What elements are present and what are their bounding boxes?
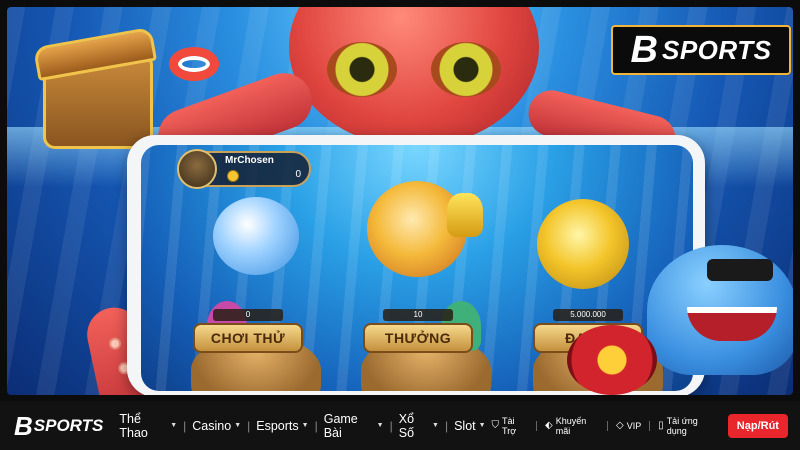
- nav-item-label: Slot: [454, 418, 476, 433]
- link-label: VIP: [626, 420, 642, 431]
- nav-logo-text: SPORTS: [33, 415, 104, 435]
- nav-item-esports[interactable]: Esports ▼: [250, 419, 314, 433]
- nav-item-label: Game Bài: [323, 411, 358, 440]
- phone-icon: ▯: [658, 420, 664, 431]
- nav-item-slot[interactable]: Slot ▼: [448, 419, 491, 433]
- nav-right: ⛉ Tài Trợ ⬖ Khuyến mãi ◇ VIP ▯ Tải ứng dụng …: [492, 413, 788, 438]
- octopus-eye-right: [431, 42, 501, 97]
- link-promotions[interactable]: ⬖ Khuyến mãi: [545, 416, 599, 436]
- mode-value-trial: 0: [213, 309, 283, 321]
- chevron-down-icon: ▼: [301, 422, 309, 429]
- nav-item-label: Casino: [192, 418, 232, 433]
- trophy-icon: [447, 193, 483, 237]
- link-vip[interactable]: ◇ VIP: [616, 420, 641, 431]
- diamond-icon: ◇: [616, 420, 624, 431]
- mode-button-reward[interactable]: THƯỞNG: [363, 323, 473, 353]
- golden-toad-character: [537, 199, 629, 289]
- chevron-down-icon: ▼: [376, 422, 384, 429]
- link-sponsor[interactable]: ⛉ Tài Trợ: [492, 416, 529, 436]
- divider: [649, 420, 651, 431]
- shield-icon: ⛉: [491, 420, 500, 431]
- brand-logo-mark: B: [630, 29, 658, 71]
- nav-item-label: Xổ Số: [398, 411, 415, 440]
- nav-logo[interactable]: B SPORTS: [14, 413, 103, 439]
- nav-item-the-thao[interactable]: Thể Thao ▼: [113, 412, 183, 440]
- nav-menu: Thể Thao ▼ | Casino ▼ | Esports ▼ | Game Bà…: [113, 412, 491, 440]
- mode-value-jackpot: 5.000.000: [553, 309, 623, 321]
- shark-character: [213, 197, 299, 275]
- player-coins: 0: [295, 169, 301, 180]
- sunglasses-icon: [707, 259, 773, 281]
- mode-value-reward: 10: [383, 309, 453, 321]
- navbar: B SPORTS Thể Thao ▼ | Casino ▼ | Esports ▼ …: [0, 401, 800, 450]
- nav-item-label: Thể Thao: [119, 411, 148, 440]
- divider: [536, 420, 538, 431]
- brand-logo-badge[interactable]: B SPORTS: [611, 25, 791, 75]
- mode-button-trial[interactable]: CHƠI THỬ: [193, 323, 303, 353]
- nav-item-label: Esports: [256, 418, 299, 433]
- link-label: Khuyến mãi: [555, 415, 587, 436]
- chevron-down-icon: ▼: [170, 422, 178, 429]
- deposit-withdraw-button[interactable]: Nạp/Rút: [727, 413, 788, 438]
- chevron-down-icon: ▼: [432, 422, 439, 429]
- banner-frame: MrChosen 0 0 CHƠI THỬ 10 THƯỞNG 5.000.00…: [0, 0, 800, 401]
- octopus-eye-left: [327, 42, 397, 97]
- nav-item-game-bai[interactable]: Game Bài ▼: [318, 412, 390, 440]
- chevron-down-icon: ▼: [234, 422, 242, 429]
- brand-logo-text: SPORTS: [662, 34, 772, 65]
- page: MrChosen 0 0 CHƠI THỬ 10 THƯỞNG 5.000.00…: [0, 0, 800, 450]
- link-label: Tài Trợ: [502, 415, 517, 436]
- link-download-app[interactable]: ▯ Tải ứng dụng: [658, 416, 716, 436]
- divider: [607, 420, 609, 431]
- cannon-icon: [567, 325, 657, 395]
- promo-banner[interactable]: MrChosen 0 0 CHƠI THỬ 10 THƯỞNG 5.000.00…: [7, 7, 793, 395]
- link-label: Tải ứng dụng: [666, 415, 698, 436]
- chevron-down-icon: ▼: [478, 422, 486, 429]
- player-name: MrChosen: [225, 155, 274, 166]
- nav-logo-mark: B: [14, 410, 33, 441]
- tag-icon: ⬖: [545, 420, 553, 431]
- tentacle-sucker: [107, 336, 123, 351]
- nav-item-xo-so[interactable]: Xổ Số ▼: [393, 412, 445, 440]
- player-info: MrChosen 0: [177, 149, 311, 189]
- lifebuoy-icon: [169, 47, 219, 81]
- nav-item-casino[interactable]: Casino ▼: [186, 419, 247, 433]
